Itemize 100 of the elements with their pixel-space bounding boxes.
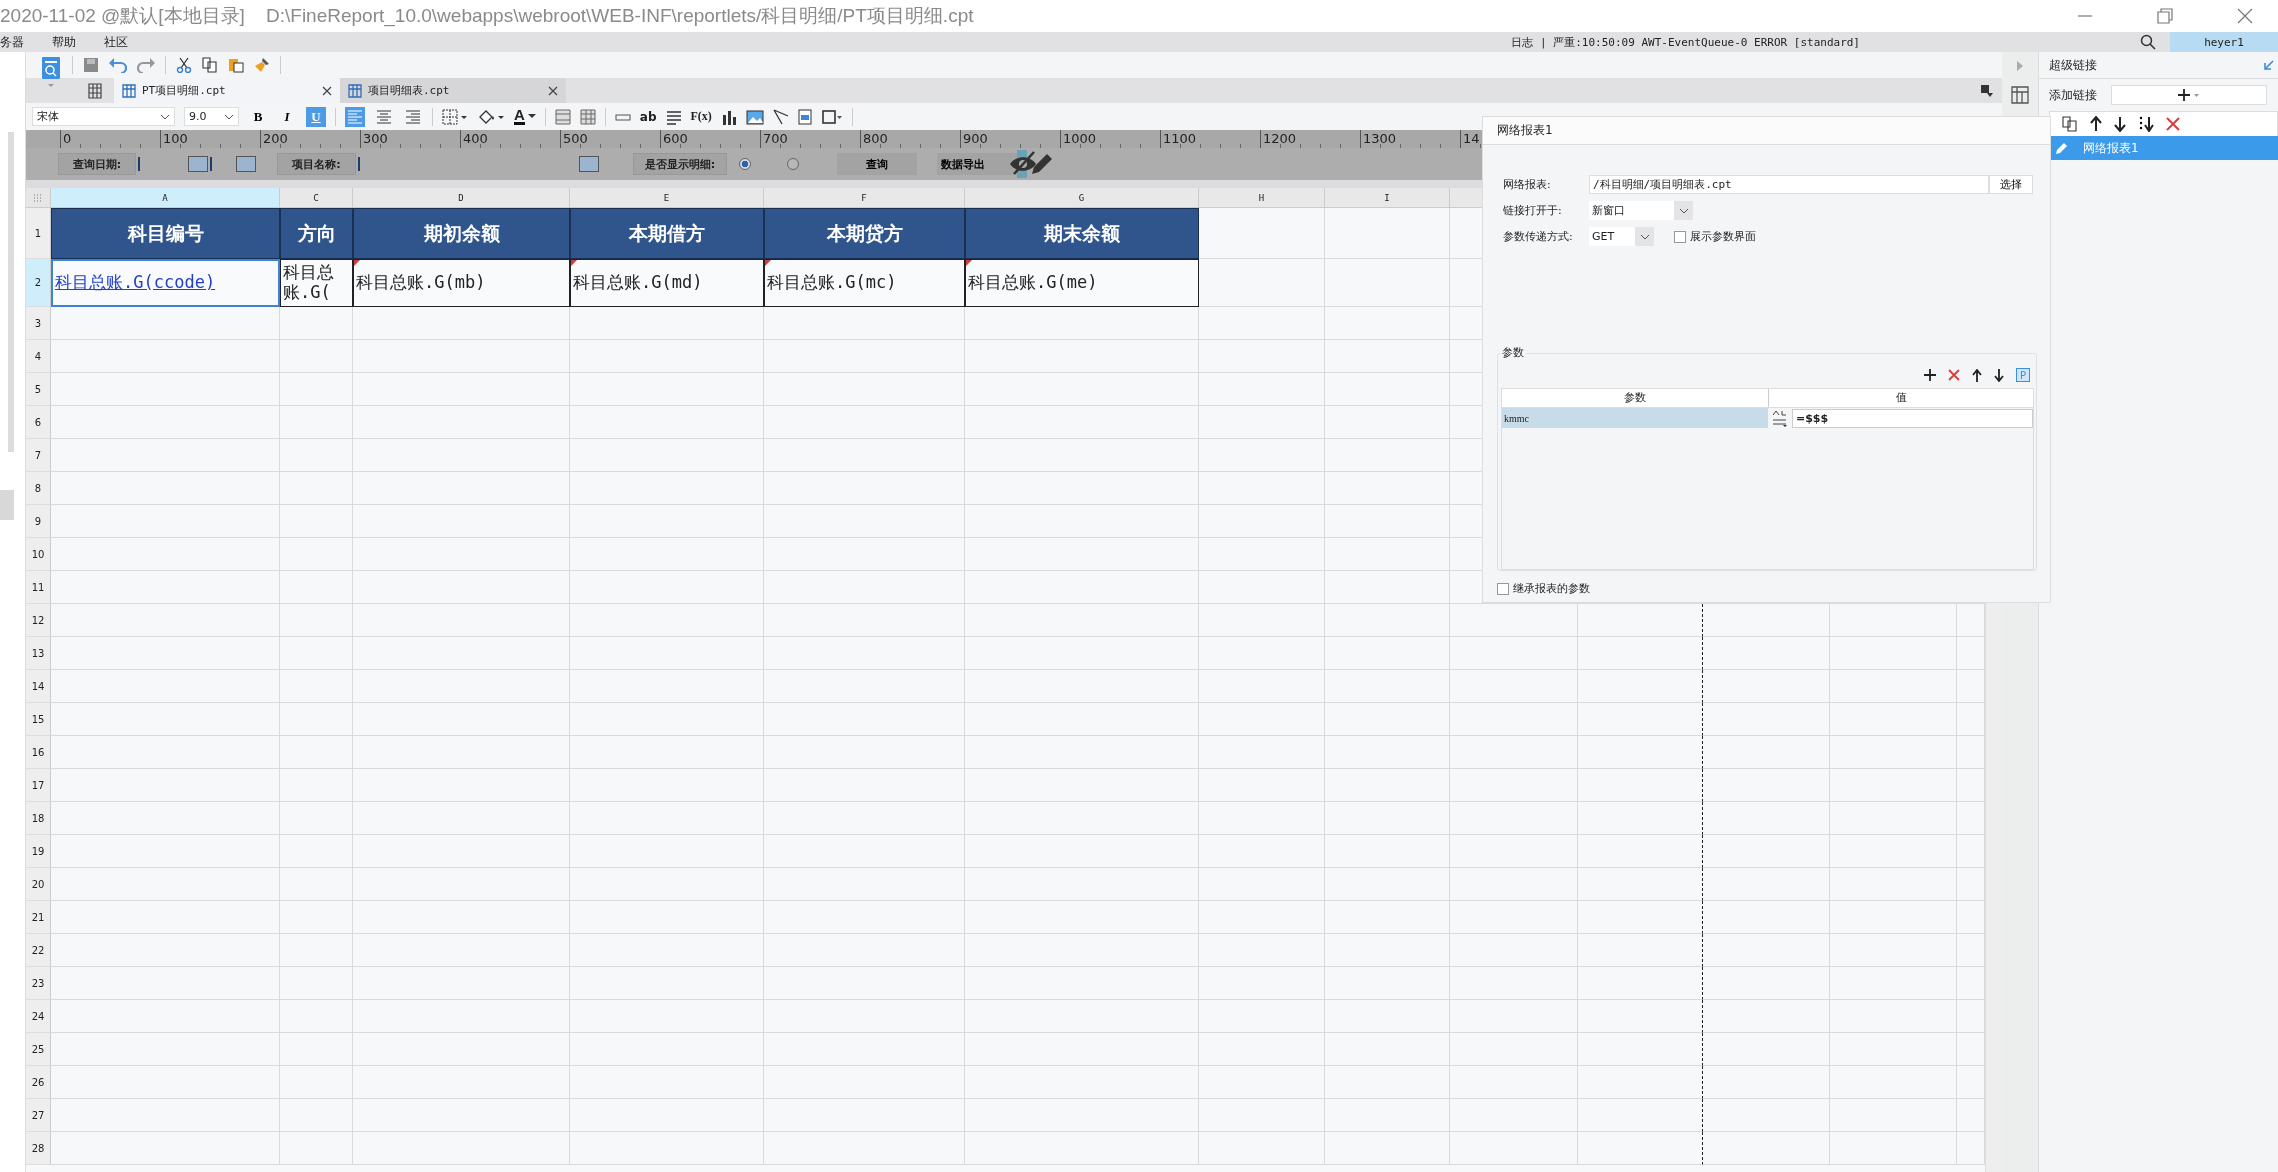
close-icon[interactable]	[548, 85, 558, 96]
grid-icon[interactable]	[2011, 86, 2029, 104]
font-select[interactable]: 宋体	[32, 107, 175, 126]
dropdown-icon[interactable]	[1980, 83, 1994, 98]
font-color-button[interactable]: A	[514, 108, 536, 125]
row-number[interactable]: 24	[26, 1000, 51, 1033]
column-header[interactable]: C	[280, 188, 353, 208]
export-button[interactable]: 数据导出	[937, 153, 1017, 175]
row-number[interactable]: 23	[26, 967, 51, 1000]
copy-icon[interactable]	[202, 57, 218, 73]
up-arrow-icon[interactable]	[1972, 368, 1982, 382]
menu-item[interactable]: 帮助	[52, 33, 76, 51]
date-field[interactable]	[208, 153, 256, 175]
row-number[interactable]: 6	[26, 406, 51, 439]
query-button[interactable]: 查询	[837, 153, 917, 175]
merge-cells-icon[interactable]	[554, 108, 571, 125]
search-icon[interactable]	[2140, 34, 2156, 50]
align-button[interactable]	[345, 106, 365, 127]
file-tab[interactable]: 项目明细表.cpt	[340, 78, 566, 103]
text-icon[interactable]: ab	[639, 109, 657, 124]
row-number[interactable]: 14	[26, 670, 51, 703]
save-icon[interactable]	[83, 57, 99, 73]
bar-chart-icon[interactable]	[720, 108, 737, 125]
image-icon[interactable]	[745, 108, 764, 125]
row-number[interactable]: 26	[26, 1066, 51, 1099]
row-number[interactable]: 4	[26, 340, 51, 373]
scroll-bar[interactable]	[0, 490, 14, 520]
row-number[interactable]: 17	[26, 769, 51, 802]
redo-icon[interactable]	[137, 57, 155, 73]
row-number[interactable]: 15	[26, 703, 51, 736]
add-icon[interactable]	[1924, 369, 1936, 381]
delete-icon[interactable]	[1948, 369, 1960, 381]
row-number[interactable]: 19	[26, 835, 51, 868]
menu-item[interactable]: 务器	[0, 33, 24, 51]
line-tool-icon[interactable]	[772, 108, 789, 125]
formula-icon[interactable]: F(x)	[690, 109, 712, 124]
column-header[interactable]: H	[1199, 188, 1325, 208]
row-number[interactable]: 10	[26, 538, 51, 571]
sort-down-icon[interactable]	[2138, 116, 2154, 132]
row-number[interactable]: 3	[26, 307, 51, 340]
row-number[interactable]: 18	[26, 802, 51, 835]
checkbox[interactable]	[1674, 230, 1686, 243]
row-number[interactable]: 2	[26, 259, 51, 307]
row-number[interactable]: 16	[26, 736, 51, 769]
down-arrow-icon[interactable]	[2114, 116, 2126, 132]
pencil-icon[interactable]	[1029, 151, 1055, 177]
document-icon[interactable]	[797, 108, 812, 125]
row-number[interactable]: 5	[26, 373, 51, 406]
restore-icon[interactable]	[2157, 8, 2173, 24]
down-arrow-icon[interactable]	[1994, 368, 2004, 382]
radio-button[interactable]	[739, 158, 751, 170]
value-type-icon[interactable]	[1772, 409, 1788, 427]
parameter-value-field[interactable]: =$$$	[1792, 408, 2033, 428]
date-field[interactable]	[136, 153, 208, 175]
column-header[interactable]: E	[570, 188, 764, 208]
undo-icon[interactable]	[109, 57, 127, 73]
up-arrow-icon[interactable]	[2090, 116, 2102, 132]
row-number[interactable]: 28	[26, 1132, 51, 1165]
row-number[interactable]: 1	[26, 208, 51, 259]
column-header[interactable]: A	[51, 188, 280, 208]
parameter-name-cell[interactable]: kmmc	[1502, 408, 1768, 428]
row-number[interactable]: 27	[26, 1099, 51, 1132]
file-tab[interactable]: PT项目明细.cpt	[114, 78, 340, 103]
brush-icon[interactable]	[254, 57, 270, 73]
column-header[interactable]: G	[965, 188, 1199, 208]
column-header[interactable]: I	[1325, 188, 1450, 208]
row-number[interactable]: 21	[26, 901, 51, 934]
split-cells-icon[interactable]	[579, 108, 596, 125]
method-select[interactable]: GET	[1589, 227, 1654, 246]
radio-button[interactable]	[787, 158, 799, 170]
report-path-field[interactable]: /科目明细/项目明细表.cpt	[1589, 175, 1989, 194]
paste-icon[interactable]	[228, 57, 244, 73]
row-number[interactable]: 25	[26, 1033, 51, 1066]
border-box-icon[interactable]	[820, 108, 843, 125]
cut-icon[interactable]	[176, 57, 192, 73]
choose-button[interactable]: 选择	[1989, 175, 2033, 194]
close-icon[interactable]	[322, 85, 332, 96]
copy-icon[interactable]	[2062, 116, 2078, 132]
open-in-select[interactable]: 新窗口	[1589, 201, 1693, 220]
row-number[interactable]: 9	[26, 505, 51, 538]
row-number[interactable]: 8	[26, 472, 51, 505]
row-number[interactable]: 11	[26, 571, 51, 604]
fill-color-icon[interactable]	[477, 108, 505, 125]
link-cell[interactable]: 科目总账.G(ccode)	[51, 259, 280, 307]
project-name-field[interactable]	[356, 153, 599, 175]
collapse-arrow-icon[interactable]	[2264, 60, 2274, 70]
text-style-button[interactable]: I	[277, 106, 297, 127]
resize-handle[interactable]	[1017, 150, 1027, 178]
border-icon[interactable]	[442, 108, 468, 125]
user-name[interactable]: heyer1	[2170, 32, 2278, 52]
delete-icon[interactable]	[2166, 117, 2180, 131]
close-icon[interactable]	[2237, 8, 2253, 24]
row-number[interactable]: 7	[26, 439, 51, 472]
text-style-button[interactable]: B	[248, 106, 268, 127]
checkbox[interactable]	[1497, 582, 1509, 595]
column-header[interactable]: F	[764, 188, 965, 208]
menu-item[interactable]: 社区	[104, 33, 128, 51]
scroll-bar[interactable]	[8, 132, 14, 452]
column-header[interactable]: D	[353, 188, 570, 208]
row-number[interactable]: 13	[26, 637, 51, 670]
